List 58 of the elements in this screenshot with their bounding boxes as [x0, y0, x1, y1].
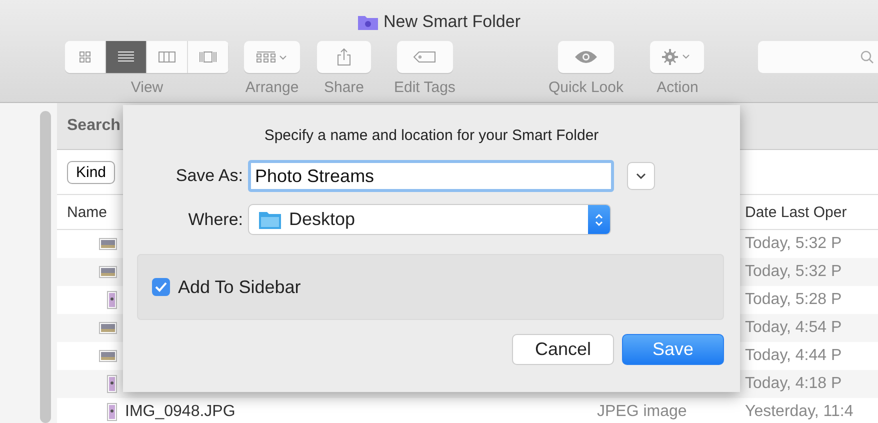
- cover-flow-icon: [199, 51, 217, 63]
- scroll-bar[interactable]: [40, 111, 51, 423]
- column-header[interactable]: Name: [57, 204, 108, 220]
- arrange-button[interactable]: [244, 41, 300, 73]
- toolbar-label: View: [130, 79, 164, 96]
- image-thumbnail-icon: [107, 291, 117, 309]
- chevron-down-icon: [636, 173, 646, 179]
- columns-icon: [158, 51, 176, 63]
- image-thumbnail-icon: [107, 375, 117, 393]
- image-thumbnail-icon: [99, 322, 117, 334]
- window-title: New Smart Folder: [384, 12, 520, 32]
- share-icon: [337, 48, 351, 66]
- search-header: Search: [67, 117, 120, 135]
- file-date: Today, 4:54 P: [744, 319, 843, 337]
- file-date: Today, 5:32 P: [744, 235, 843, 253]
- file-kind: JPEG image: [597, 403, 687, 421]
- action-button[interactable]: [650, 41, 704, 73]
- expand-button[interactable]: [627, 162, 655, 190]
- grid-icon: [256, 51, 288, 63]
- share-button[interactable]: [317, 41, 371, 73]
- eye-icon: [574, 50, 598, 64]
- view-mode-button[interactable]: [65, 41, 106, 73]
- image-thumbnail-icon: [99, 238, 117, 250]
- tags-button[interactable]: [396, 41, 453, 73]
- dialog-message: Specify a name and location for your Smart Folder: [263, 127, 600, 144]
- toolbar-label: Quick Look: [548, 79, 624, 96]
- search-field[interactable]: [758, 41, 878, 73]
- where-label: Where:: [187, 210, 243, 230]
- file-date: Today, 4:18 P: [744, 375, 843, 393]
- toolbar-label: Arrange: [245, 79, 299, 96]
- file-date: Today, 5:32 P: [744, 263, 843, 281]
- image-thumbnail-icon: [99, 266, 117, 278]
- file-date: Today, 4:44 P: [744, 347, 843, 365]
- file-name[interactable]: IMG_0948.JPG: [125, 403, 236, 421]
- file-date: Today, 5:28 P: [744, 291, 843, 309]
- save-as-field[interactable]: Photo Streams: [248, 160, 614, 192]
- view-mode-button[interactable]: [188, 41, 229, 73]
- add-to-sidebar-checkbox[interactable]: Add To Sidebar: [152, 276, 301, 298]
- cancel-button[interactable]: Cancel: [512, 334, 614, 365]
- file-date: Yesterday, 11:4: [744, 403, 854, 421]
- search-icon: [860, 50, 874, 64]
- kind-filter-button[interactable]: Kind: [67, 160, 116, 184]
- location-popup[interactable]: Desktop: [248, 204, 611, 235]
- view-mode-button[interactable]: [147, 41, 188, 73]
- folder-icon: [358, 14, 378, 30]
- quicklook-button[interactable]: [558, 41, 614, 73]
- list-icon: [117, 51, 135, 63]
- toolbar-label: Action: [656, 79, 698, 96]
- toolbar-label: Share: [324, 79, 364, 96]
- gear-icon: [662, 49, 692, 65]
- tag-icon: [412, 51, 437, 63]
- folder-icon: [259, 210, 281, 228]
- checkmark-icon: [155, 282, 167, 292]
- toolbar-label: Edit Tags: [394, 79, 456, 96]
- up-down-arrows-icon: [594, 212, 604, 228]
- image-thumbnail-icon: [99, 350, 117, 362]
- save-as-label: Save As:: [174, 166, 243, 186]
- view-mode-button[interactable]: [106, 41, 147, 73]
